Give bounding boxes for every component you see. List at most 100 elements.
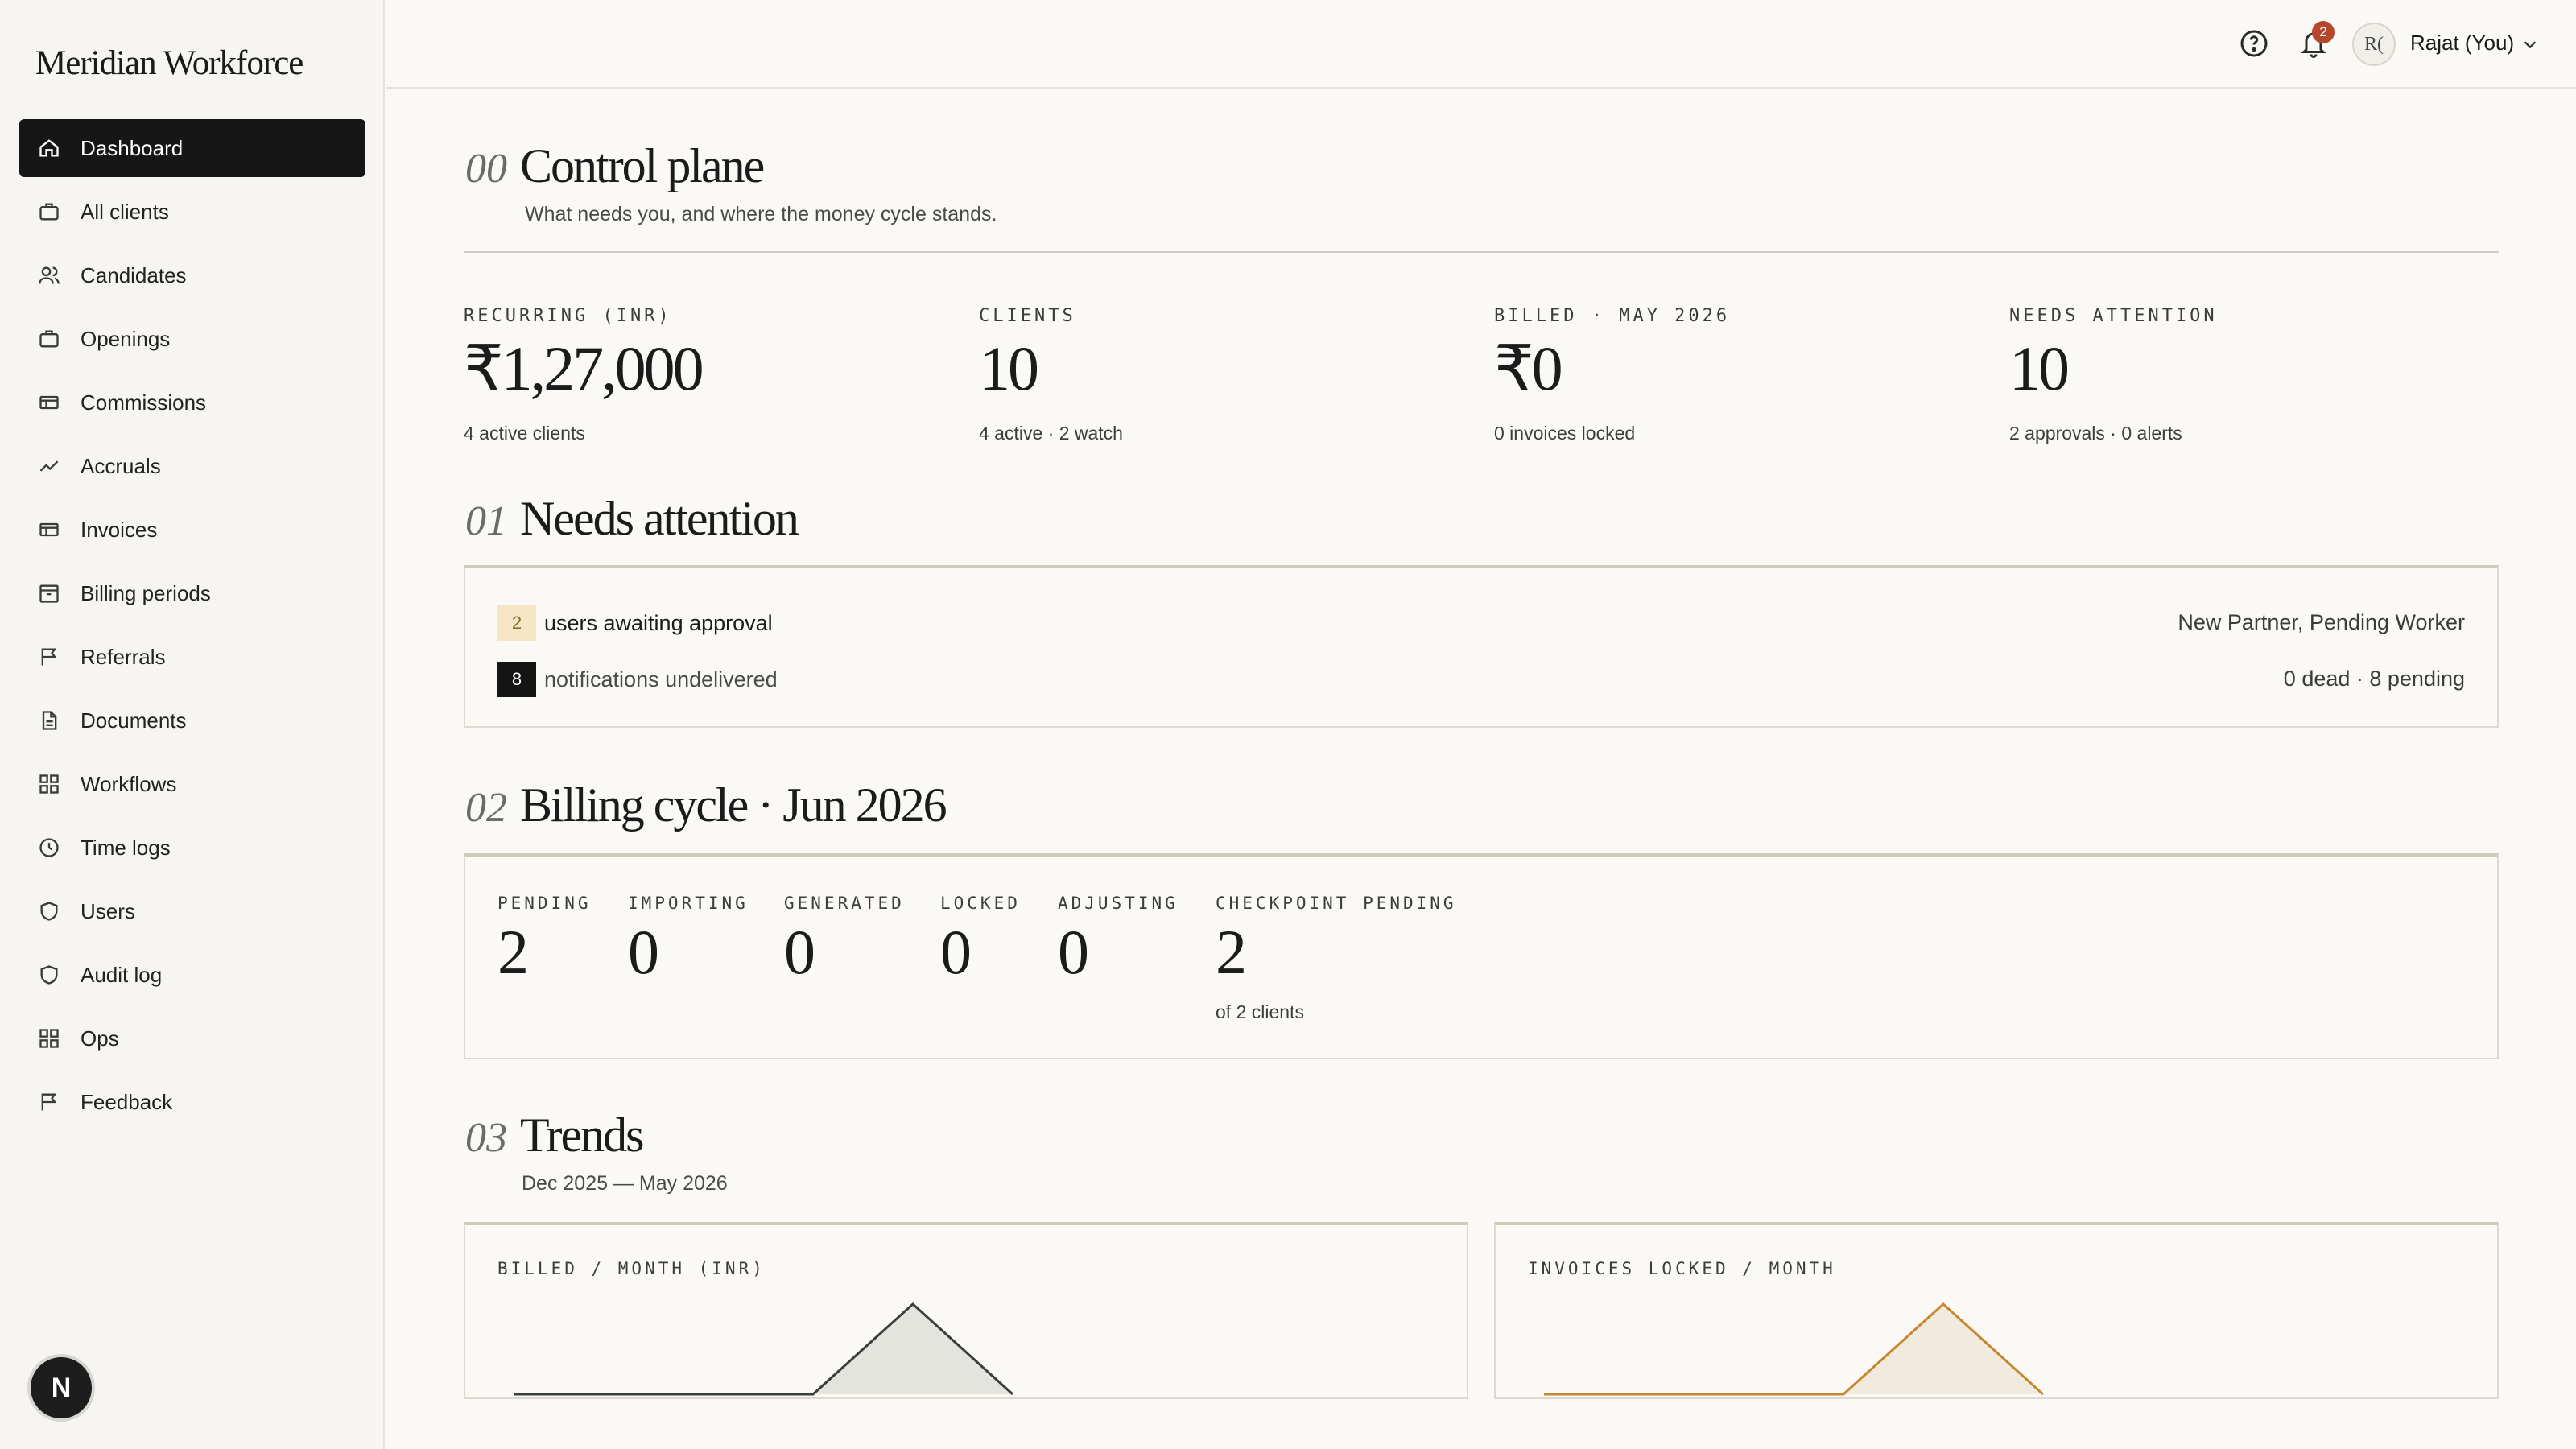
sidebar-item-users[interactable]: Users [19, 882, 365, 940]
sidebar-item-label: Time logs [80, 835, 171, 860]
invoices-sparkline [1544, 1302, 2045, 1396]
sidebar-item-label: Invoices [80, 517, 158, 542]
sidebar-item-commissions[interactable]: Commissions [19, 374, 365, 431]
user-menu-name[interactable]: Rajat (You) [2410, 31, 2514, 56]
sidebar-item-accruals[interactable]: Accruals [19, 437, 365, 495]
kpi-label: CLIENTS [979, 306, 1076, 326]
sidebar-item-ops[interactable]: Ops [19, 1009, 365, 1067]
stage-value: 0 [784, 917, 815, 987]
attention-text: notifications undelivered [544, 667, 778, 691]
billing-cycle-header: 02 Billing cycle · Jun 2026 [465, 778, 947, 833]
document-icon [37, 708, 61, 733]
stage-value: 0 [940, 917, 972, 987]
chevron-down-icon[interactable] [2521, 35, 2539, 53]
kpi-value: 10 [2009, 333, 2070, 403]
stage-label: ADJUSTING [1058, 894, 1179, 913]
section-title: Trends [520, 1108, 645, 1162]
sidebar-item-all-clients[interactable]: All clients [19, 183, 365, 241]
sidebar-item-label: Users [80, 898, 135, 923]
sidebar: Meridian Workforce Dashboard All clients… [0, 0, 385, 1449]
attention-row-approvals[interactable]: 2 users awaiting approval [497, 605, 773, 641]
stage-label: LOCKED [940, 894, 1021, 913]
stage-label: PENDING [497, 894, 592, 913]
sidebar-item-label: Feedback [80, 1089, 173, 1114]
kpi-billed: BILLED · MAY 2026 ₹0 0 invoices locked [1494, 306, 1730, 444]
kpi-sub: 2 approvals · 0 alerts [2009, 423, 2182, 444]
briefcase-icon [37, 327, 61, 351]
section-number: 00 [465, 146, 507, 192]
help-icon[interactable] [2240, 29, 2268, 58]
sidebar-item-billing-periods[interactable]: Billing periods [19, 564, 365, 622]
sidebar-item-openings[interactable]: Openings [19, 310, 365, 368]
sidebar-item-label: Ops [80, 1026, 119, 1051]
grid-icon [37, 1026, 61, 1051]
sidebar-item-candidates[interactable]: Candidates [19, 246, 365, 304]
archive-icon [37, 581, 61, 605]
needs-attention-panel: 2 users awaiting approval New Partner, P… [464, 565, 2499, 728]
attention-detail: New Partner, Pending Worker [2178, 610, 2465, 634]
sidebar-item-label: Accruals [80, 453, 161, 478]
sidebar-item-workflows[interactable]: Workflows [19, 755, 365, 813]
stage-locked: LOCKED 0 [940, 894, 1021, 984]
section-number: 01 [465, 498, 507, 544]
users-icon [37, 263, 61, 287]
trends-range: Dec 2025 — May 2026 [522, 1172, 728, 1195]
stage-adjusting: ADJUSTING 0 [1058, 894, 1179, 984]
stage-label: CHECKPOINT PENDING [1216, 894, 1457, 913]
sidebar-item-time-logs[interactable]: Time logs [19, 819, 365, 877]
kpi-sub: 4 active · 2 watch [979, 423, 1123, 444]
home-icon [37, 136, 61, 160]
sidebar-item-label: All clients [80, 199, 169, 224]
divider [464, 251, 2499, 253]
kpi-label: RECURRING (INR) [464, 306, 672, 326]
sidebar-item-label: Openings [80, 326, 171, 351]
sidebar-item-audit-log[interactable]: Audit log [19, 946, 365, 1004]
stage-pending: PENDING 2 [497, 894, 592, 984]
sidebar-item-dashboard[interactable]: Dashboard [19, 119, 365, 177]
stage-label: IMPORTING [628, 894, 749, 913]
sparkline-area [514, 1304, 1013, 1394]
section-title: Needs attention [520, 492, 799, 545]
app-launcher-button[interactable]: N [31, 1357, 92, 1418]
stage-value: 0 [628, 917, 659, 987]
shield-icon [37, 899, 61, 923]
sidebar-item-label: Commissions [80, 390, 207, 415]
stage-label: GENERATED [784, 894, 905, 913]
kpi-value: ₹1,27,000 [464, 333, 704, 403]
kpi-label: NEEDS ATTENTION [2009, 306, 2218, 326]
kpi-value: ₹0 [1494, 333, 1563, 403]
billed-sparkline [514, 1302, 1014, 1396]
sidebar-item-label: Referrals [80, 644, 166, 669]
kpi-recurring: RECURRING (INR) ₹1,27,000 4 active clien… [464, 306, 704, 444]
needs-attention-header: 01 Needs attention [465, 491, 799, 547]
section-number: 03 [465, 1115, 507, 1161]
trend-panel-billed: BILLED / MONTH (INR) [464, 1222, 1468, 1399]
grid-icon [37, 772, 61, 796]
sidebar-item-documents[interactable]: Documents [19, 691, 365, 749]
sidebar-item-label: Dashboard [80, 135, 184, 160]
card-icon [37, 518, 61, 542]
sidebar-item-referrals[interactable]: Referrals [19, 628, 365, 686]
stage-checkpoint-pending: CHECKPOINT PENDING 2 of 2 clients [1216, 894, 1457, 1023]
trend-icon [37, 454, 61, 478]
stage-sub: of 2 clients [1216, 1001, 1304, 1022]
sidebar-item-label: Workflows [80, 771, 177, 796]
sidebar-item-label: Billing periods [80, 580, 211, 605]
kpi-needs-attention: NEEDS ATTENTION 10 2 approvals · 0 alert… [2009, 306, 2218, 444]
notification-count-badge: 2 [2312, 21, 2334, 43]
sidebar-item-feedback[interactable]: Feedback [19, 1073, 365, 1131]
count-badge: 2 [497, 605, 536, 641]
trends-header: 03 Trends [465, 1108, 645, 1163]
section-number: 02 [465, 785, 507, 831]
stage-importing: IMPORTING 0 [628, 894, 749, 984]
attention-row-notifications[interactable]: 8 notifications undelivered [497, 662, 778, 697]
stage-generated: GENERATED 0 [784, 894, 905, 984]
kpi-label: BILLED · MAY 2026 [1494, 306, 1731, 326]
stage-value: 0 [1058, 917, 1089, 987]
count-badge: 8 [497, 662, 536, 697]
kpi-sub: 4 active clients [464, 423, 585, 444]
avatar[interactable]: R( [2352, 23, 2396, 66]
sidebar-item-label: Candidates [80, 262, 187, 287]
briefcase-icon [37, 200, 61, 224]
sidebar-item-invoices[interactable]: Invoices [19, 501, 365, 559]
